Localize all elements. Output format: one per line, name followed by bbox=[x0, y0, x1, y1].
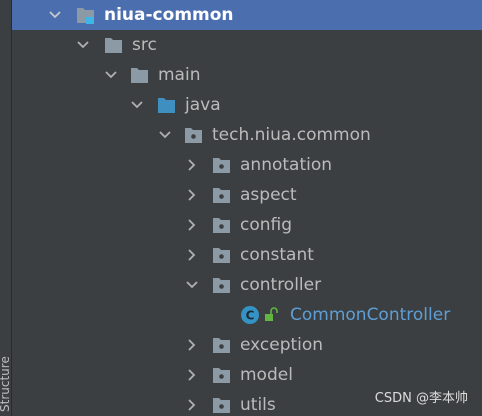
package-icon bbox=[212, 150, 232, 180]
tree-row-controller[interactable]: controller bbox=[12, 270, 482, 300]
lock-open-icon bbox=[264, 307, 278, 323]
folder-icon bbox=[104, 30, 124, 60]
tree-item-label: niua-common bbox=[104, 5, 234, 25]
tree-row-tech-niua-common[interactable]: tech.niua.common bbox=[12, 120, 482, 150]
chevron-right-icon[interactable] bbox=[185, 330, 199, 360]
chevron-right-icon[interactable] bbox=[185, 210, 199, 240]
tree-item-label: tech.niua.common bbox=[212, 125, 371, 145]
tree-item-label: utils bbox=[240, 395, 276, 415]
package-icon bbox=[212, 180, 232, 210]
tree-row-main[interactable]: main bbox=[12, 60, 482, 90]
chevron-down-icon[interactable] bbox=[76, 30, 90, 60]
tree-item-label: model bbox=[240, 365, 293, 385]
package-icon bbox=[212, 210, 232, 240]
package-icon bbox=[212, 390, 232, 416]
package-icon bbox=[184, 120, 204, 150]
chevron-down-icon[interactable] bbox=[130, 90, 144, 120]
tree-item-label: src bbox=[132, 35, 157, 55]
tree-item-label: CommonController bbox=[290, 305, 451, 325]
tree-row-commoncontroller[interactable]: C CommonController bbox=[12, 300, 482, 330]
structure-tab-label: Structure bbox=[0, 356, 12, 412]
tree-row-annotation[interactable]: annotation bbox=[12, 150, 482, 180]
tree-item-label: controller bbox=[240, 275, 322, 295]
tree-item-label: annotation bbox=[240, 155, 333, 175]
chevron-down-icon[interactable] bbox=[185, 270, 199, 300]
chevron-right-icon[interactable] bbox=[185, 180, 199, 210]
chevron-down-icon[interactable] bbox=[104, 60, 118, 90]
module-folder-icon bbox=[76, 0, 96, 30]
chevron-right-icon[interactable] bbox=[185, 240, 199, 270]
chevron-down-icon[interactable] bbox=[158, 120, 172, 150]
svg-text:C: C bbox=[246, 309, 255, 323]
chevron-right-icon[interactable] bbox=[185, 390, 199, 416]
folder-icon bbox=[130, 60, 150, 90]
chevron-down-icon[interactable] bbox=[48, 0, 62, 30]
chevron-right-icon[interactable] bbox=[185, 150, 199, 180]
tree-row-niua-common[interactable]: niua-common bbox=[12, 0, 482, 30]
tree-item-label: main bbox=[158, 65, 201, 85]
tree-row-constant[interactable]: constant bbox=[12, 240, 482, 270]
source-root-folder-icon bbox=[157, 90, 177, 120]
tree-row-exception[interactable]: exception bbox=[12, 330, 482, 360]
class-icon: C bbox=[240, 305, 260, 325]
package-icon bbox=[212, 360, 232, 390]
tree-item-label: aspect bbox=[240, 185, 297, 205]
package-icon bbox=[212, 270, 232, 300]
structure-side-tab[interactable]: Structure bbox=[0, 0, 12, 416]
tree-item-label: config bbox=[240, 215, 293, 235]
tree-row-config[interactable]: config bbox=[12, 210, 482, 240]
project-tool-window: Structure niua-common src main java tech… bbox=[0, 0, 482, 416]
tree-row-src[interactable]: src bbox=[12, 30, 482, 60]
chevron-right-icon[interactable] bbox=[185, 360, 199, 390]
tree-item-label: java bbox=[185, 95, 221, 115]
csdn-watermark: CSDN @李本帅 bbox=[374, 391, 468, 406]
tree-item-label: exception bbox=[240, 335, 324, 355]
package-icon bbox=[212, 240, 232, 270]
tree-row-model[interactable]: model bbox=[12, 360, 482, 390]
tree-item-label: constant bbox=[240, 245, 314, 265]
tree-row-aspect[interactable]: aspect bbox=[12, 180, 482, 210]
tree-row-java[interactable]: java bbox=[12, 90, 482, 120]
package-icon bbox=[212, 330, 232, 360]
